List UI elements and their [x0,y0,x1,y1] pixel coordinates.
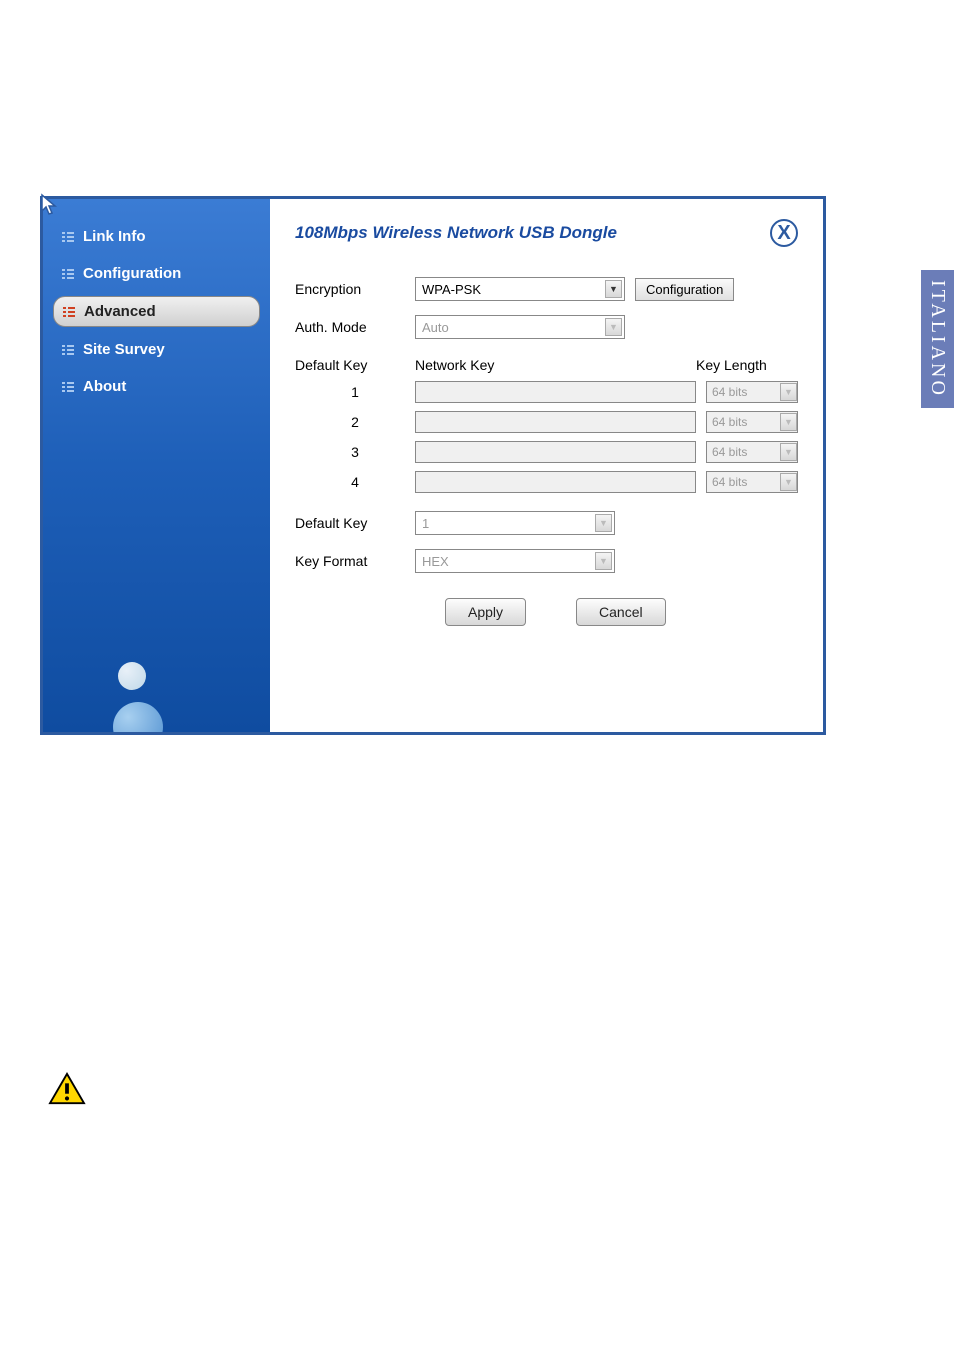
language-tab: ITALIANO [921,270,954,408]
auth-mode-value: Auto [422,320,449,335]
sidebar-item-label: Configuration [83,265,181,282]
key-length-header: Key Length [696,357,798,373]
apply-button[interactable]: Apply [445,598,526,626]
network-key-input-3 [415,441,696,463]
encryption-value: WPA-PSK [422,282,481,297]
configuration-button[interactable]: Configuration [635,278,734,301]
dropdown-arrow-icon: ▼ [780,473,797,491]
list-icon [61,267,75,281]
cancel-button[interactable]: Cancel [576,598,666,626]
key-number: 3 [295,444,415,460]
dropdown-arrow-icon: ▼ [605,280,622,298]
sidebar-item-configuration[interactable]: Configuration [53,259,260,288]
content-panel: 108Mbps Wireless Network USB Dongle X En… [270,199,823,732]
sidebar-item-label: Site Survey [83,341,165,358]
key-number: 1 [295,384,415,400]
default-key-label: Default Key [295,515,415,531]
list-icon [61,230,75,244]
encryption-select[interactable]: WPA-PSK ▼ [415,277,625,301]
list-icon [61,343,75,357]
key-number: 4 [295,474,415,490]
auth-mode-label: Auth. Mode [295,319,415,335]
key-format-value: HEX [422,554,449,569]
auth-mode-select: Auto ▼ [415,315,625,339]
app-window: Link Info Configuration Advanced Site Su… [40,196,826,735]
key-length-select-3: 64 bits ▼ [706,441,798,463]
network-key-input-2 [415,411,696,433]
encryption-label: Encryption [295,281,415,297]
key-row-3: 3 64 bits ▼ [295,441,798,463]
dropdown-arrow-icon: ▼ [595,514,612,532]
sidebar-item-label: Advanced [84,303,156,320]
default-key-header: Default Key [295,357,415,373]
cursor-icon [40,193,58,217]
dropdown-arrow-icon: ▼ [780,443,797,461]
sidebar-item-label: Link Info [83,228,146,245]
dropdown-arrow-icon: ▼ [605,318,622,336]
network-key-input-1 [415,381,696,403]
close-button[interactable]: X [770,219,798,247]
key-length-select-4: 64 bits ▼ [706,471,798,493]
network-key-input-4 [415,471,696,493]
sidebar-item-label: About [83,378,126,395]
default-key-value: 1 [422,516,429,531]
key-row-4: 4 64 bits ▼ [295,471,798,493]
sidebar-item-about[interactable]: About [53,372,260,401]
key-row-1: 1 64 bits ▼ [295,381,798,403]
sidebar-item-link-info[interactable]: Link Info [53,222,260,251]
key-format-label: Key Format [295,553,415,569]
key-number: 2 [295,414,415,430]
app-title: 108Mbps Wireless Network USB Dongle [295,223,617,243]
default-key-select: 1 ▼ [415,511,615,535]
list-icon-active [62,305,76,319]
network-key-header: Network Key [415,357,696,373]
sidebar-item-advanced[interactable]: Advanced [53,296,260,327]
list-icon [61,380,75,394]
dropdown-arrow-icon: ▼ [780,383,797,401]
key-row-2: 2 64 bits ▼ [295,411,798,433]
sidebar-item-site-survey[interactable]: Site Survey [53,335,260,364]
title-bar: 108Mbps Wireless Network USB Dongle X [295,219,798,247]
warning-icon [48,1072,86,1106]
key-table: Default Key Network Key Key Length 1 64 … [295,357,798,493]
key-length-select-1: 64 bits ▼ [706,381,798,403]
key-format-select: HEX ▼ [415,549,615,573]
key-length-select-2: 64 bits ▼ [706,411,798,433]
dropdown-arrow-icon: ▼ [780,413,797,431]
dropdown-arrow-icon: ▼ [595,552,612,570]
sidebar: Link Info Configuration Advanced Site Su… [43,199,270,732]
